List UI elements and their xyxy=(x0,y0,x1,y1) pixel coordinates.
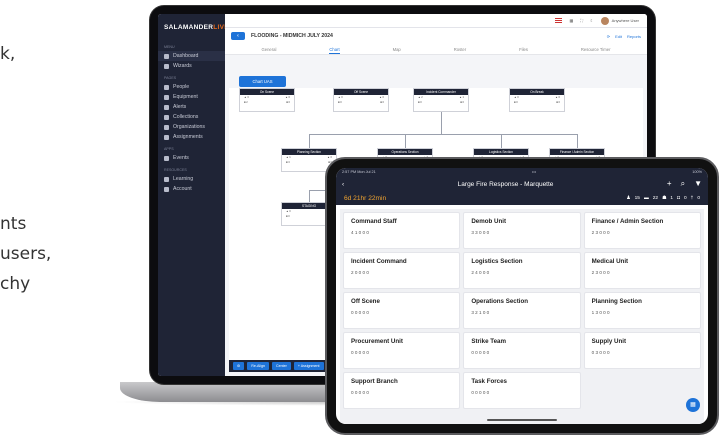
unit-card[interactable]: Strike Team 0 0 0 0 0 xyxy=(463,332,581,369)
unit-card[interactable]: Logistics Section 2 4 0 0 0 xyxy=(463,252,581,289)
calendar-icon xyxy=(164,155,169,161)
unit-card[interactable]: Incident Command 2 0 0 0 0 xyxy=(343,252,461,289)
sidebar-item-dashboard[interactable]: Dashboard xyxy=(158,51,225,61)
tab-roster[interactable]: Roster xyxy=(454,44,466,54)
dashboard-icon xyxy=(164,53,169,59)
realign-button[interactable]: Re-Align xyxy=(247,362,270,370)
event-counts: ♟ 15 ▬ 22 ☗ 1 ◘ 0 † 0 xyxy=(626,196,700,201)
unit-card[interactable]: Medical Unit 2 3 0 0 0 xyxy=(583,252,701,289)
elapsed-timer: 6d 21hr 22min xyxy=(344,195,387,202)
grid-icon[interactable]: ▦ xyxy=(569,18,573,23)
battery-indicator: 100% xyxy=(692,170,702,174)
flag-icon[interactable] xyxy=(555,18,563,23)
sidebar-item-people[interactable]: People xyxy=(158,82,225,92)
unit-card[interactable]: Procurement Unit 0 0 0 0 0 xyxy=(343,332,461,369)
back-button[interactable]: ‹ xyxy=(231,32,245,40)
unit-card[interactable]: Planning Section 1 3 0 0 0 xyxy=(583,292,701,329)
assignment-icon xyxy=(164,134,169,140)
sidebar-item-alerts[interactable]: Alerts xyxy=(158,102,225,112)
reports-button[interactable]: Reports xyxy=(627,34,641,39)
add-icon[interactable]: + xyxy=(667,179,672,189)
sidebar-item-events[interactable]: Events xyxy=(158,153,225,163)
tablet-header: ‹ Large Fire Response - Marquette + ⌕ ▼ xyxy=(336,176,708,192)
org-box-on-break[interactable]: On Break ▲ 0 ▲ 0 ■ 0 ■ 0 xyxy=(509,88,565,112)
marketing-text-3: users, xyxy=(0,244,52,264)
unit-card[interactable]: Supply Unit 0 3 0 0 0 xyxy=(583,332,701,369)
equipment-icon xyxy=(164,94,169,100)
collection-icon xyxy=(164,114,169,120)
people-icon: ♟ xyxy=(626,196,631,201)
avatar xyxy=(600,16,609,25)
tab-chart[interactable]: Chart xyxy=(329,44,340,54)
sidebar-item-assignments[interactable]: Assignments xyxy=(158,132,225,142)
edit-button[interactable]: Edit xyxy=(615,34,622,39)
page-title: FLOODING - MIDMICH JULY 2024 xyxy=(251,33,333,39)
search-icon[interactable]: ⌕ xyxy=(681,179,685,189)
sidebar-item-collections[interactable]: Collections xyxy=(158,112,225,122)
unit-card[interactable]: Operations Section 3 2 1 0 0 xyxy=(463,292,581,329)
status-bar: 2:57 PM Mon Jul 21 ••• 100% xyxy=(336,168,708,176)
grid-view-button[interactable]: ▦ xyxy=(686,398,700,412)
person-icon: † xyxy=(690,196,694,201)
marketing-text-4: chy xyxy=(0,274,31,294)
org-box-incident-commander[interactable]: Incident Commander ▲ 2 ▲ 1 ■ 0 ■ 0 xyxy=(413,88,469,112)
top-bar: ▦ ⛶ ☾ Anywhere User xyxy=(225,14,647,28)
unit-card[interactable]: Demob Unit 3 3 0 0 0 xyxy=(463,212,581,249)
sidebar-item-account[interactable]: Account xyxy=(158,184,225,194)
tab-general[interactable]: General xyxy=(261,44,276,54)
filter-icon[interactable]: ▼ xyxy=(694,179,702,189)
chart-menu-icon[interactable]: ⚙ xyxy=(233,362,245,370)
logo: SALAMANDER LIVE xyxy=(164,23,229,31)
tablet: 2:57 PM Mon Jul 21 ••• 100% ‹ Large Fire R… xyxy=(325,157,719,435)
wizard-icon xyxy=(164,63,169,69)
event-title: Large Fire Response - Marquette xyxy=(457,180,554,188)
home-indicator xyxy=(487,419,557,421)
marketing-text-1: k, xyxy=(0,44,16,64)
chart-uas-button[interactable]: Chart UAS xyxy=(239,76,286,87)
tab-resource-timer[interactable]: Resource Timer xyxy=(581,44,611,54)
timer-bar: 6d 21hr 22min ♟ 15 ▬ 22 ☗ 1 ◘ 0 † 0 xyxy=(336,192,708,205)
sidebar-item-organizations[interactable]: Organizations xyxy=(158,122,225,132)
unit-card[interactable]: Finance / Admin Section 2 3 0 0 0 xyxy=(583,212,701,249)
resources-section-label: RESOURCES xyxy=(164,168,187,172)
sidebar-item-learning[interactable]: Learning xyxy=(158,174,225,184)
tablet-screen: 2:57 PM Mon Jul 21 ••• 100% ‹ Large Fire R… xyxy=(336,168,708,424)
center-button[interactable]: Center xyxy=(272,362,291,370)
tab-map[interactable]: Map xyxy=(393,44,401,54)
learning-icon xyxy=(164,176,169,182)
account-icon xyxy=(164,186,169,192)
org-box-on-scene[interactable]: On Scene ▲ 3 ▲ 0 ■ 2 ■ 0 xyxy=(239,88,295,112)
chat-icon: ▬ xyxy=(643,196,649,201)
refresh-icon[interactable]: ⟳ xyxy=(607,34,610,39)
sidebar-item-equipment[interactable]: Equipment xyxy=(158,92,225,102)
organization-icon xyxy=(164,124,169,130)
user-menu[interactable]: Anywhere User xyxy=(600,16,639,25)
add-assignment-button[interactable]: + Assignment xyxy=(293,362,324,370)
camera-icon: ◘ xyxy=(677,196,680,201)
fullscreen-icon[interactable]: ⛶ xyxy=(580,18,583,23)
sidebar-item-wizards[interactable]: Wizards xyxy=(158,61,225,71)
pages-section-label: PAGES xyxy=(164,76,177,80)
unit-card[interactable]: Task Forces 0 0 0 0 0 xyxy=(463,372,581,409)
title-bar: ‹ FLOODING - MIDMICH JULY 2024 ⟳ Edit Repo… xyxy=(225,28,647,44)
tab-files[interactable]: Files xyxy=(519,44,528,54)
group-icon: ☗ xyxy=(662,196,667,201)
unit-card[interactable]: Command Staff 4 1 0 0 0 xyxy=(343,212,461,249)
theme-icon[interactable]: ☾ xyxy=(590,18,594,23)
tab-bar: General Chart Map Roster Files Resource … xyxy=(225,44,647,55)
menu-section-label: MENU xyxy=(164,45,175,49)
people-icon xyxy=(164,84,169,90)
bell-icon xyxy=(164,104,169,110)
sidebar: SALAMANDER LIVE MENU Dashboard Wizards PA… xyxy=(158,14,229,376)
org-box-off-scene[interactable]: Off Scene ▲ 0 ▲ 0 ■ 0 ■ 0 xyxy=(333,88,389,112)
unit-grid: Command Staff 4 1 0 0 0 Demob Unit 3 3 0 0… xyxy=(340,209,704,424)
marketing-text-2: nts xyxy=(0,214,27,234)
apps-section-label: APPS xyxy=(164,147,174,151)
unit-card[interactable]: Off Scene 0 0 0 0 0 xyxy=(343,292,461,329)
unit-card[interactable]: Support Branch 0 0 0 0 0 xyxy=(343,372,461,409)
